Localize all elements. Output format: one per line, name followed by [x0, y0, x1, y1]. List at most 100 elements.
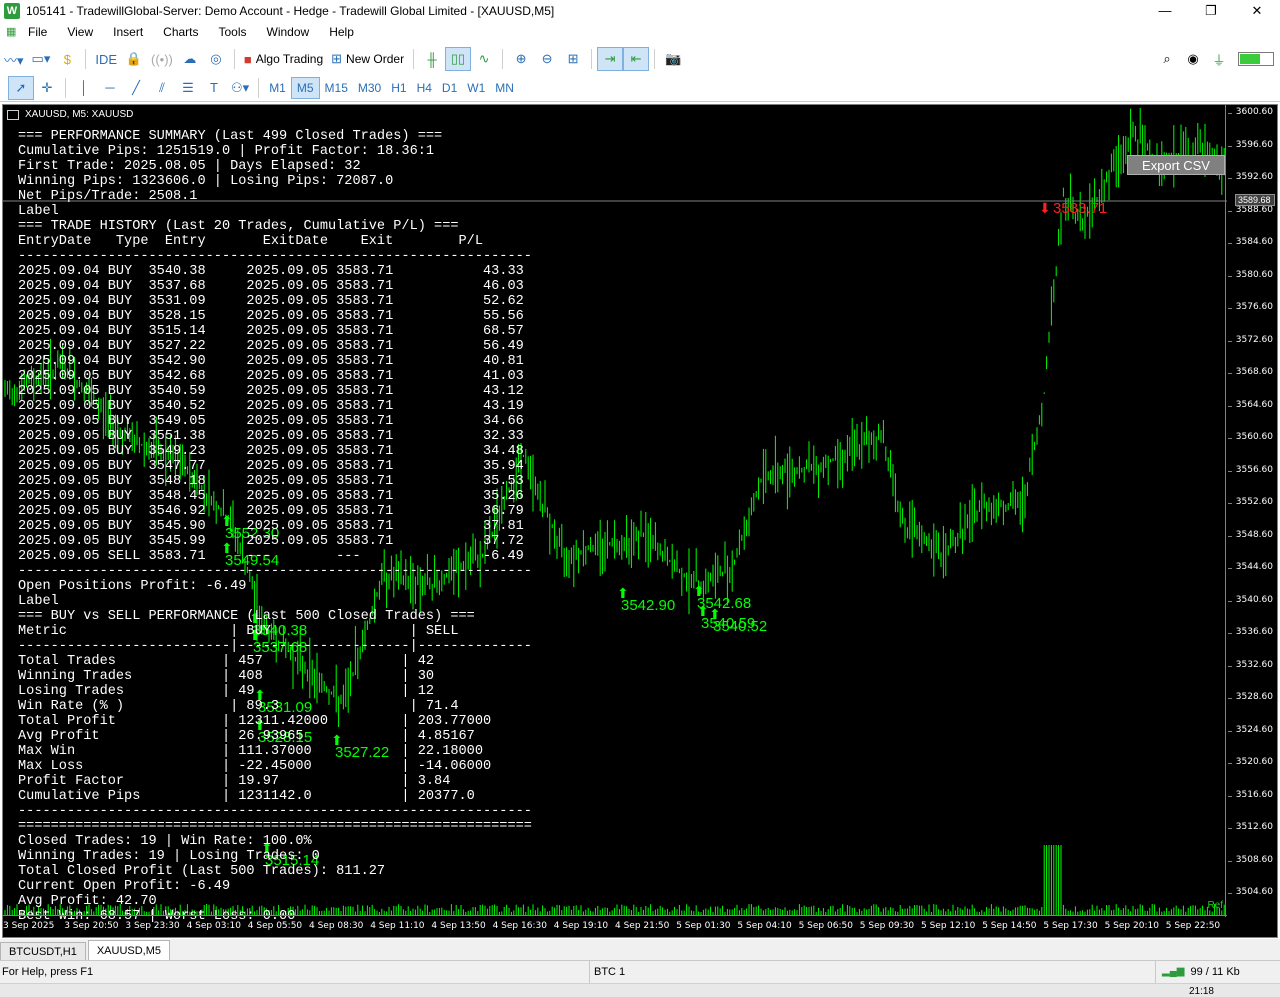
report-line: 2025.09.04 BUY 3527.22 2025.09.05 3583.7… [18, 339, 524, 354]
tab-btcusdt-h1[interactable]: BTCUSDT,H1 [0, 942, 86, 960]
report-line: Total Trades | 457 | 42 [18, 654, 435, 669]
taskbar-clock: 21:18 [1188, 986, 1214, 997]
tab-xauusd-m5[interactable]: XAUUSD,M5 [87, 940, 171, 960]
time-tick: 3 Sep 20:50 [64, 921, 119, 931]
taskbar: 21:18 [0, 983, 1280, 997]
chart-type-icon[interactable]: 〰▾ [0, 47, 28, 71]
search-icon[interactable]: ⌕ [1154, 47, 1180, 71]
zoom-out-icon[interactable]: ⊖ [534, 47, 560, 71]
bar-chart-icon[interactable]: ╫ [419, 47, 445, 71]
menu-view[interactable]: View [57, 22, 103, 42]
report-line: === PERFORMANCE SUMMARY (Last 499 Closed… [18, 129, 443, 144]
price-tick: 3544.60 [1227, 562, 1273, 572]
report-line: EntryDate Type Entry ExitDate Exit P/L [18, 234, 483, 249]
new-order-label: New Order [346, 52, 405, 66]
timeframe-m15[interactable]: M15 [320, 77, 353, 99]
window-title: 105141 - TradewillGlobal-Server: Demo Ac… [26, 4, 555, 18]
menu-file[interactable]: File [18, 22, 57, 42]
timeframe-d1[interactable]: D1 [437, 77, 462, 99]
chart-window[interactable]: ⬆ 3542.90 ⬆ 3542.68 ⬆ 3540.59 ⬆ 3540.52 ⬆ 3527.22… [2, 104, 1278, 938]
report-line: Label [18, 204, 59, 219]
timeframe-mn[interactable]: MN [490, 77, 519, 99]
price-tick: 3520.60 [1227, 757, 1273, 767]
time-tick: 4 Sep 03:10 [186, 921, 241, 931]
time-tick: 4 Sep 05:50 [247, 921, 303, 931]
menu-help[interactable]: Help [319, 22, 364, 42]
new-order-button[interactable]: ⊞ New Order [327, 47, 408, 71]
signal-strength-icon: ▂▄▆ [1162, 966, 1185, 977]
cursor-icon[interactable]: ➚ [8, 75, 34, 100]
ide-label: IDE [95, 51, 118, 67]
time-axis[interactable]: 3 Sep 2025 3 Sep 20:50 3 Sep 23:30 4 Sep 03… [3, 915, 1227, 937]
report-line: --------------------------|-------------… [18, 639, 532, 654]
cloud-icon[interactable]: ☁ [177, 47, 203, 71]
timeframe-m30[interactable]: M30 [353, 77, 386, 99]
menu-charts[interactable]: Charts [153, 22, 208, 42]
timeframe-m5[interactable]: M5 [290, 76, 320, 99]
account-icon[interactable]: ◉ [1180, 47, 1206, 71]
menu-insert[interactable]: Insert [103, 22, 153, 42]
line-chart-icon[interactable]: ∿ [471, 47, 497, 71]
time-tick: 5 Sep 22:50 [1165, 921, 1221, 931]
timeframe-h4[interactable]: H4 [412, 77, 437, 99]
price-tick: 3536.60 [1227, 627, 1273, 637]
time-tick: 5 Sep 17:30 [1043, 921, 1098, 931]
chart-shift-icon[interactable]: ⇤ [623, 47, 650, 71]
report-line: 2025.09.04 BUY 3531.09 2025.09.05 3583.7… [18, 294, 524, 309]
crosshair-icon[interactable]: ✛ [34, 76, 60, 100]
report-line: Open Positions Profit: -6.49 [18, 579, 247, 594]
minimize-button[interactable]: — [1142, 0, 1188, 22]
horizontal-line-icon[interactable]: ─ [97, 76, 123, 100]
trendline-icon[interactable]: ╱ [123, 76, 149, 100]
price-tick: 3516.60 [1227, 789, 1273, 800]
ref-label: Ref [1207, 900, 1223, 911]
export-csv-button[interactable]: Export CSV [1127, 155, 1225, 175]
algo-trading-button[interactable]: ■ Algo Trading [240, 47, 327, 71]
timeframe-w1[interactable]: W1 [462, 77, 490, 99]
toolbar-separator [233, 49, 235, 69]
report-line: 2025.09.05 BUY 3545.99 2025.09.05 3583.7… [18, 534, 524, 549]
close-button[interactable]: ✕ [1234, 0, 1280, 22]
time-tick: 5 Sep 06:50 [798, 921, 853, 931]
time-tick: 4 Sep 21:50 [615, 921, 670, 931]
report-line: Metric | BUY | SELL [18, 624, 459, 639]
candlestick-chart-icon[interactable]: ▯▯ [445, 47, 472, 71]
screenshot-icon[interactable]: 📷 [660, 47, 686, 71]
price-axis[interactable]: 3600.60 3596.60 3592.60 3588.60 3584.60 3580.… [1225, 105, 1277, 917]
fibonacci-icon[interactable]: ☰ [175, 76, 201, 100]
restore-button[interactable]: ❐ [1188, 0, 1234, 22]
report-line: Cumulative Pips: 1251519.0 | Profit Fact… [18, 144, 435, 159]
vps-icon[interactable]: ◎ [203, 47, 229, 71]
app-icon: W [4, 3, 20, 19]
menu-window[interactable]: Window [257, 22, 320, 42]
templates-icon[interactable]: ▭▾ [28, 47, 55, 71]
report-line: 2025.09.05 BUY 3546.92 2025.09.05 3583.7… [18, 504, 524, 519]
price-tick: 3512.60 [1227, 822, 1273, 832]
menu-tools[interactable]: Tools [209, 22, 257, 42]
price-tick: 3524.60 [1227, 724, 1273, 735]
time-tick: 4 Sep 16:30 [492, 921, 547, 931]
text-icon[interactable]: T [201, 76, 227, 100]
ide-button[interactable]: IDE [91, 47, 121, 71]
tile-windows-icon[interactable]: ⊞ [560, 47, 586, 71]
lock-icon[interactable]: 🔒 [121, 47, 147, 71]
auto-scroll-icon[interactable]: ⇥ [597, 47, 624, 71]
timeframe-h1[interactable]: H1 [386, 77, 411, 99]
market-icon[interactable]: $ [54, 47, 80, 71]
signal-icon[interactable]: ((•)) [147, 47, 177, 71]
zoom-in-icon[interactable]: ⊕ [508, 47, 534, 71]
time-tick: 5 Sep 14:50 [982, 921, 1037, 931]
time-tick: 4 Sep 11:10 [370, 921, 425, 931]
report-line: 2025.09.05 BUY 3551.38 2025.09.05 3583.7… [18, 429, 524, 444]
time-tick: 4 Sep 08:30 [309, 921, 364, 931]
connection-strength-bar [1238, 52, 1274, 66]
toolbar-separator [502, 49, 504, 69]
channel-icon[interactable]: ⫽ [149, 76, 175, 100]
shapes-icon[interactable]: ⚇▾ [227, 76, 253, 100]
time-tick: 5 Sep 12:10 [921, 921, 976, 931]
vertical-line-icon[interactable]: │ [71, 76, 97, 100]
timeframe-m1[interactable]: M1 [264, 77, 291, 99]
report-line: 2025.09.05 BUY 3548.18 2025.09.05 3583.7… [18, 474, 524, 489]
price-tick: 3532.60 [1227, 659, 1273, 670]
price-tick: 3504.60 [1227, 887, 1273, 897]
